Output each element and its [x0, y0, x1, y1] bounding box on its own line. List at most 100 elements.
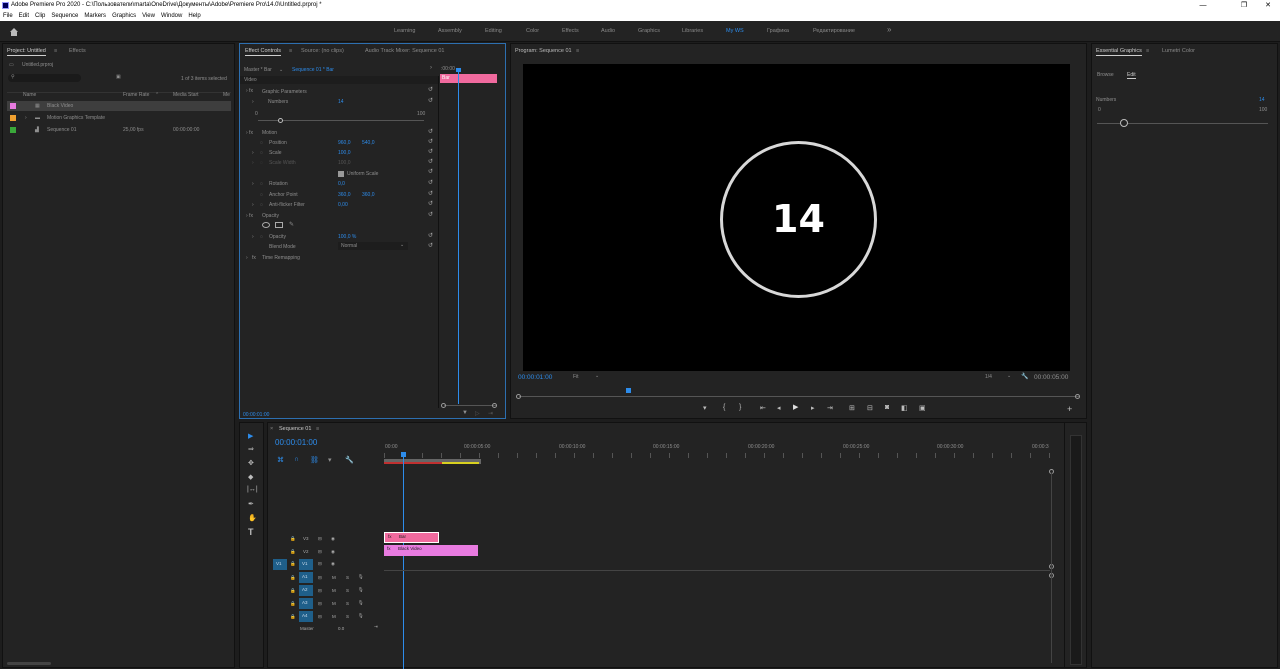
microphone-icon[interactable]: 🎙	[358, 574, 364, 580]
ws-assembly[interactable]: Assembly	[438, 28, 462, 34]
type-tool-icon[interactable]: T	[248, 527, 254, 537]
sync-lock-icon[interactable]: ⊟	[318, 588, 322, 594]
menu-view[interactable]: View	[139, 11, 158, 21]
ws-my-ws[interactable]: My WS	[726, 28, 744, 34]
lock-icon[interactable]: 🔒	[290, 601, 296, 607]
camera-icon[interactable]: ◙	[885, 404, 889, 411]
fit-select[interactable]: Fit	[573, 374, 579, 380]
expand-icon[interactable]: ›	[252, 99, 254, 105]
panel-menu-icon[interactable]: ≡	[1146, 48, 1149, 54]
chevron-down-icon[interactable]: ⌄	[279, 67, 283, 73]
sync-lock-icon[interactable]: ⊟	[318, 549, 322, 555]
track-target-a1[interactable]: A1	[299, 572, 313, 583]
sync-lock-icon[interactable]: ⊟	[318, 601, 322, 607]
solo-button[interactable]: S	[346, 601, 349, 606]
stopwatch-icon[interactable]: ◌	[260, 150, 263, 156]
sync-lock-icon[interactable]: ⊟	[318, 614, 322, 620]
mark-in-icon[interactable]: {	[723, 404, 725, 411]
ws-overflow-icon[interactable]: »	[887, 25, 891, 34]
uniform-scale-checkbox[interactable]	[338, 171, 344, 177]
minimize-button[interactable]: —	[1193, 0, 1213, 11]
chevron-down-icon[interactable]: ⌄	[1007, 373, 1011, 379]
ws-audio[interactable]: Audio	[601, 28, 615, 34]
reset-icon[interactable]: ↺	[428, 97, 433, 104]
snap-icon[interactable]: ∩	[294, 456, 299, 463]
zoom-handle-right[interactable]	[492, 403, 497, 408]
reset-icon[interactable]: ↺	[428, 200, 433, 207]
add-marker-icon[interactable]: ▾	[703, 404, 707, 412]
comparison-view-icon[interactable]: ◧	[901, 404, 908, 412]
program-timecode[interactable]: 00:00:01:00	[518, 374, 552, 381]
program-video-frame[interactable]: 14	[523, 64, 1070, 371]
track-target-a4[interactable]: A4	[299, 611, 313, 622]
stopwatch-icon[interactable]: ◌	[260, 202, 263, 208]
menu-window[interactable]: Window	[158, 11, 185, 21]
linked-selection-icon[interactable]: ⛓	[310, 456, 319, 464]
menu-markers[interactable]: Markers	[81, 11, 109, 21]
quality-select[interactable]: 1/4	[985, 374, 992, 380]
zoom-handle-left[interactable]	[441, 403, 446, 408]
track-target-v1[interactable]: V1	[299, 559, 313, 570]
add-button-icon[interactable]: +	[1067, 404, 1072, 414]
go-to-out-icon[interactable]: ⇥	[827, 404, 833, 412]
reset-icon[interactable]: ↺	[428, 179, 433, 186]
nest-icon[interactable]: ⌘	[277, 456, 284, 464]
expand-icon[interactable]: ›	[252, 150, 254, 156]
home-icon[interactable]	[9, 27, 19, 36]
settings-wrench-icon[interactable]: 🔧	[345, 456, 354, 464]
project-search-input[interactable]: ⚲	[8, 74, 81, 82]
sync-lock-icon[interactable]: ⊟	[318, 536, 322, 542]
extract-icon[interactable]: ⊟	[867, 404, 873, 412]
ws-redaktirovanie[interactable]: Редактирование	[813, 28, 855, 34]
selection-tool-icon[interactable]: ▶	[248, 432, 253, 440]
master-volume[interactable]: 0.0	[338, 626, 344, 631]
col-name[interactable]: Name	[23, 92, 36, 98]
lock-icon[interactable]: 🔒	[290, 549, 296, 555]
tab-lumetri-color[interactable]: Lumetri Color	[1162, 48, 1195, 54]
mute-button[interactable]: M	[332, 588, 336, 593]
tab-audio-mixer[interactable]: Audio Track Mixer: Sequence 01	[365, 48, 445, 54]
reset-icon[interactable]: ↺	[428, 148, 433, 155]
eye-icon[interactable]: ◉	[331, 561, 335, 567]
tab-effects[interactable]: Effects	[69, 48, 86, 54]
horizontal-scrollbar[interactable]	[7, 662, 51, 665]
pen-mask-icon[interactable]: ✎	[289, 221, 294, 228]
expand-icon[interactable]: ›	[252, 234, 254, 240]
tab-effect-controls[interactable]: Effect Controls	[245, 48, 281, 56]
stopwatch-icon[interactable]: ◌	[260, 181, 263, 187]
expand-icon[interactable]: ›	[246, 255, 248, 261]
solo-button[interactable]: S	[346, 575, 349, 580]
mute-button[interactable]: M	[332, 575, 336, 580]
anchor-x[interactable]: 360,0	[338, 192, 351, 198]
scrub-handle-right[interactable]	[1075, 394, 1080, 399]
microphone-icon[interactable]: 🎙	[358, 587, 364, 593]
numbers-value[interactable]: 14	[338, 99, 344, 105]
reset-icon[interactable]: ↺	[428, 128, 433, 135]
sync-lock-icon[interactable]: ⊟	[318, 575, 322, 581]
reset-icon[interactable]: ↺	[428, 232, 433, 239]
blend-mode-select[interactable]: Normal ⌄	[338, 242, 408, 250]
reset-icon[interactable]: ↺	[428, 86, 433, 93]
solo-button[interactable]: S	[346, 614, 349, 619]
menu-edit[interactable]: Edit	[16, 11, 32, 21]
timeline-ruler[interactable]	[384, 453, 1050, 458]
eye-icon[interactable]: ◉	[331, 536, 335, 542]
col-media-start[interactable]: Media Start	[173, 92, 199, 98]
reset-icon[interactable]: ↺	[428, 211, 433, 218]
col-frame-rate[interactable]: Frame Rate	[123, 92, 149, 98]
sequence-clip-label[interactable]: Sequence 01 * Bar	[292, 67, 334, 73]
close-icon[interactable]: ×	[270, 426, 273, 432]
position-y[interactable]: 540,0	[362, 140, 375, 146]
lift-icon[interactable]: ⊞	[849, 404, 855, 412]
tab-project[interactable]: Project: Untitled	[7, 48, 46, 56]
project-item-name[interactable]: Motion Graphics Template	[47, 115, 105, 121]
step-forward-icon[interactable]: ▸	[811, 404, 815, 412]
reset-icon[interactable]: ↺	[428, 138, 433, 145]
safe-margins-icon[interactable]: ▣	[919, 404, 926, 412]
tab-sequence[interactable]: Sequence 01	[279, 426, 311, 432]
rectangle-mask-icon[interactable]	[275, 222, 283, 228]
filter-icon[interactable]: ▼	[462, 410, 468, 416]
rotation-value[interactable]: 0,0	[338, 181, 345, 187]
ws-learning[interactable]: Learning	[394, 28, 415, 34]
lock-icon[interactable]: 🔒	[290, 536, 296, 542]
